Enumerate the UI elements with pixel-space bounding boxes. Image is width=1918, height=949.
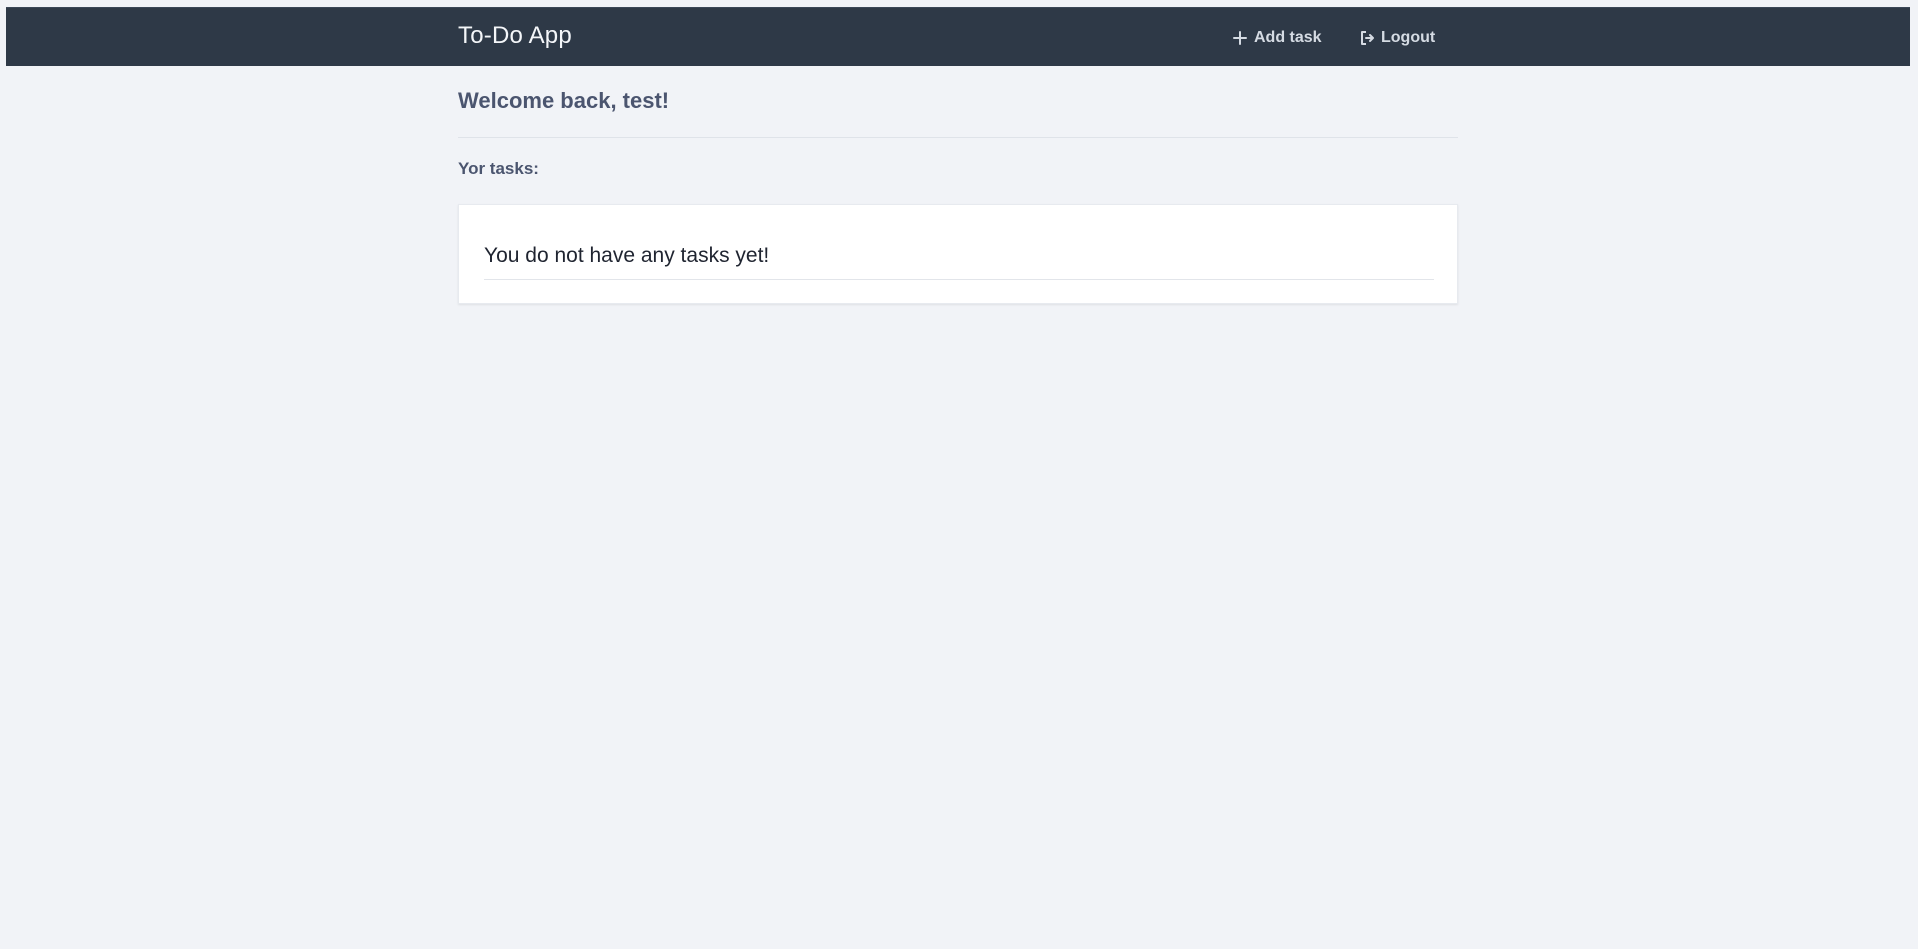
tasks-heading: Yor tasks:	[458, 159, 539, 178]
empty-tasks-message: You do not have any tasks yet!	[484, 244, 770, 267]
navbar: To-Do App Add task Logout	[6, 7, 1910, 66]
plus-icon	[1232, 30, 1248, 46]
welcome-heading: Welcome back, test!	[458, 88, 670, 113]
card-divider	[484, 279, 1434, 280]
app-brand[interactable]: To-Do App	[458, 22, 572, 50]
app-window: To-Do App Add task Logout Welcome back, …	[0, 0, 1918, 949]
logout-label: Logout	[1381, 29, 1436, 46]
add-task-label: Add task	[1254, 29, 1322, 46]
logout-link[interactable]: Logout	[1359, 29, 1435, 47]
add-task-link[interactable]: Add task	[1232, 29, 1322, 47]
sign-out-icon	[1359, 30, 1375, 46]
tasks-card: You do not have any tasks yet!	[458, 204, 1458, 304]
divider	[458, 137, 1458, 138]
